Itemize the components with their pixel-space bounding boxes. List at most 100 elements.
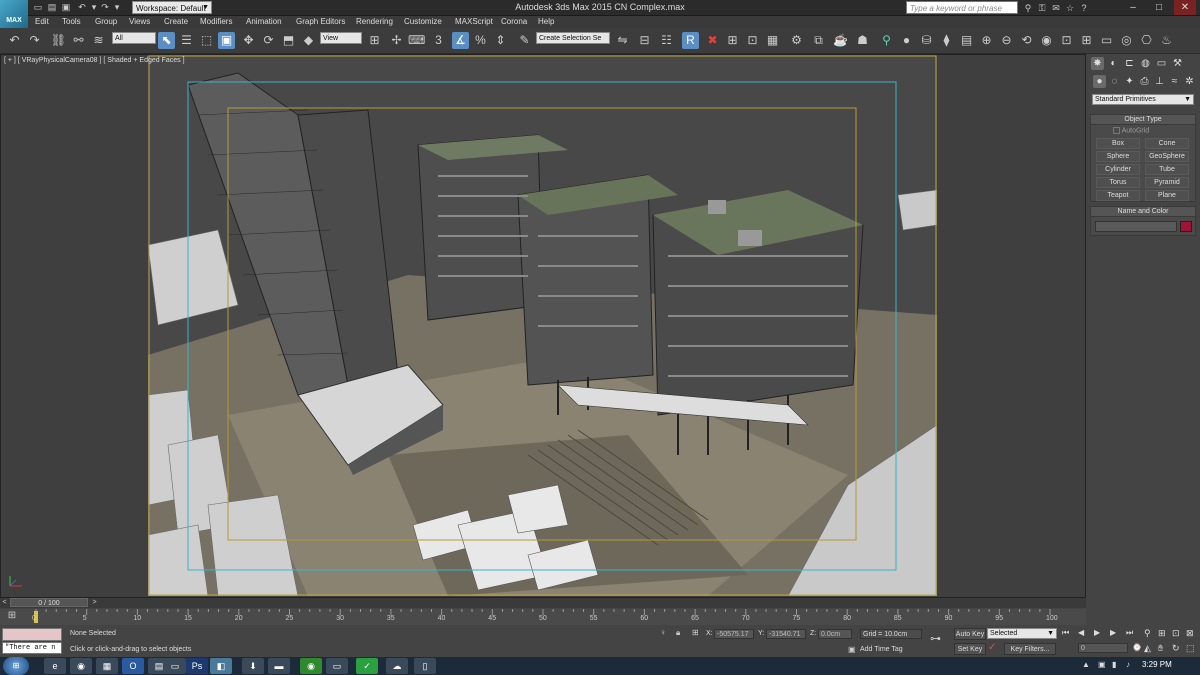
maximize-viewport-icon[interactable]: ⬚: [1186, 643, 1198, 654]
orbit-icon[interactable]: ↻: [1172, 643, 1184, 654]
select-and-place-icon[interactable]: ◆: [300, 32, 317, 49]
menu-help[interactable]: Help: [538, 16, 554, 28]
system-clock[interactable]: 3:29 PM: [1142, 660, 1172, 669]
pan-icon[interactable]: ✋︎: [1158, 643, 1170, 654]
menu-corona[interactable]: Corona: [501, 16, 527, 28]
menu-rendering[interactable]: Rendering: [356, 16, 393, 28]
viewport-label[interactable]: [ + ] [ VRayPhysicalCamera08 ] [ Shaded …: [4, 57, 185, 64]
binoculars-icon[interactable]: ⚲: [1022, 2, 1034, 14]
workspace-dropdown[interactable]: Workspace: Default ▼: [132, 1, 212, 14]
play-icon[interactable]: ▶: [1094, 628, 1106, 637]
scene-explorer-icon[interactable]: ☷: [658, 32, 675, 49]
set-keys-icon[interactable]: ✓: [988, 642, 1000, 653]
help-icon[interactable]: ?: [1078, 2, 1090, 14]
torus-button[interactable]: Torus: [1096, 177, 1140, 188]
explorer-icon[interactable]: ▭: [164, 658, 186, 674]
zoom-all-icon[interactable]: ⊞: [1158, 628, 1170, 639]
scene-states-icon[interactable]: ⊕: [978, 32, 995, 49]
time-slider-track[interactable]: [0, 597, 1086, 608]
menu-customize[interactable]: Customize: [404, 16, 442, 28]
key-mode-icon[interactable]: ⊶: [930, 632, 946, 645]
tray-arrow-icon[interactable]: ▲: [1082, 660, 1094, 669]
auto-key-button[interactable]: Auto Key: [954, 628, 986, 640]
time-tag-icon[interactable]: ▣: [848, 645, 858, 654]
mini-curve-editor-icon[interactable]: ⊞: [2, 610, 22, 623]
undo-icon[interactable]: ↶: [76, 2, 88, 13]
next-frame-icon[interactable]: >: [90, 598, 99, 607]
select-object-icon[interactable]: ⬉: [158, 32, 175, 49]
plane-button[interactable]: Plane: [1145, 190, 1189, 201]
curve-editor-icon[interactable]: ⊞: [724, 32, 741, 49]
go-to-end-icon[interactable]: ⏭: [1126, 628, 1138, 638]
mirror-icon[interactable]: ⇋: [614, 32, 631, 49]
key-icon[interactable]: ⚿: [1036, 2, 1048, 14]
pyramid-button[interactable]: Pyramid: [1145, 177, 1189, 188]
file-manager-icon[interactable]: ▦: [96, 658, 118, 674]
layer-explorer-icon[interactable]: R: [682, 32, 699, 49]
field-of-view-icon[interactable]: ◭: [1144, 643, 1156, 654]
geometry-icon[interactable]: ●: [1093, 75, 1106, 88]
new-icon[interactable]: ▭: [32, 2, 44, 13]
tube-button[interactable]: Tube: [1145, 164, 1189, 175]
display-tab-icon[interactable]: ▭: [1155, 57, 1168, 70]
systems-icon[interactable]: ✲: [1183, 75, 1196, 88]
key-set-dropdown[interactable]: Selected ▼: [987, 628, 1057, 639]
next-frame-button-icon[interactable]: ▶: [1110, 628, 1122, 637]
absolute-mode-icon[interactable]: ⊞: [692, 628, 702, 637]
selection-lock-icon[interactable]: 🔒︎: [676, 628, 686, 638]
track-bar[interactable]: ⊞ 0 5 10 15 20 25 30 35 40 45 50 55 60 65 70 75 80 85 90 95…: [0, 609, 1086, 625]
time-configuration-icon[interactable]: ⌚: [1132, 643, 1144, 652]
name-and-color-header[interactable]: Name and Color: [1091, 207, 1195, 217]
display-floater-icon[interactable]: ⊖: [998, 32, 1015, 49]
safe-frame-icon[interactable]: ⊡: [1058, 32, 1075, 49]
rotate-icon[interactable]: ⟳: [260, 32, 277, 49]
menu-maxscript[interactable]: MAXScript: [455, 16, 493, 28]
maxscript-output[interactable]: "There are n: [2, 642, 62, 654]
menu-views[interactable]: Views: [129, 16, 150, 28]
remote-desktop-icon[interactable]: ▭: [326, 658, 348, 674]
schematic-view-icon[interactable]: ⊡: [744, 32, 761, 49]
undo-toolbar-icon[interactable]: ↶: [6, 32, 23, 49]
primitive-category-dropdown[interactable]: Standard Primitives ▼: [1092, 94, 1194, 105]
hierarchy-tab-icon[interactable]: ⊏: [1123, 57, 1136, 70]
rectangle-selection-icon[interactable]: ⬚: [198, 32, 215, 49]
media-icon[interactable]: ◉: [300, 658, 322, 674]
teapot-button[interactable]: Teapot: [1096, 190, 1140, 201]
viewport-render[interactable]: [148, 55, 937, 596]
manipulate-icon[interactable]: ✢: [388, 32, 405, 49]
light-bulb-icon[interactable]: ♨: [1158, 32, 1175, 49]
security-icon[interactable]: ✓: [356, 658, 378, 674]
downloads-icon[interactable]: ⬇: [242, 658, 264, 674]
menu-modifiers[interactable]: Modifiers: [200, 16, 232, 28]
bind-space-warp-icon[interactable]: ≋: [90, 32, 107, 49]
previous-frame-icon[interactable]: ◀: [1078, 628, 1090, 637]
object-color-swatch[interactable]: [1180, 221, 1192, 232]
unlink-icon[interactable]: ⚯: [70, 32, 87, 49]
start-button-icon[interactable]: ⊞: [3, 657, 29, 675]
space-warps-icon[interactable]: ≈: [1168, 75, 1181, 88]
cameras-icon[interactable]: ⎙: [1138, 75, 1151, 88]
percent-snap-icon[interactable]: %: [472, 32, 489, 49]
angle-snap-icon[interactable]: ∡: [452, 32, 469, 49]
folder-icon[interactable]: ▬: [268, 658, 290, 674]
viewport-layout-icon[interactable]: ▤: [958, 32, 975, 49]
geosphere-button[interactable]: GeoSphere: [1145, 151, 1189, 162]
internet-explorer-icon[interactable]: e: [44, 658, 66, 674]
lights-panel-icon[interactable]: ✦: [1123, 75, 1136, 88]
menu-edit[interactable]: Edit: [35, 16, 49, 28]
utilities-tab-icon[interactable]: ⚒: [1171, 57, 1184, 70]
redo-dropdown-icon[interactable]: ▾: [111, 2, 123, 13]
render-production-icon[interactable]: ☕: [832, 32, 849, 49]
redo-icon[interactable]: ↷: [99, 2, 111, 13]
star-icon[interactable]: ☆: [1064, 2, 1076, 14]
sphere-button[interactable]: Sphere: [1096, 151, 1140, 162]
outlook-icon[interactable]: O: [122, 658, 144, 674]
key-filters-button[interactable]: Key Filters...: [1004, 643, 1056, 655]
photoshop-icon[interactable]: Ps: [186, 658, 208, 674]
create-tab-icon[interactable]: ✸: [1091, 57, 1104, 70]
box-button[interactable]: Box: [1096, 138, 1140, 149]
volume-icon[interactable]: ♪: [1126, 660, 1138, 669]
close-button[interactable]: ✕: [1174, 0, 1196, 15]
selection-filter-dropdown[interactable]: All: [112, 32, 156, 44]
go-to-start-icon[interactable]: ⏮: [1062, 628, 1074, 638]
